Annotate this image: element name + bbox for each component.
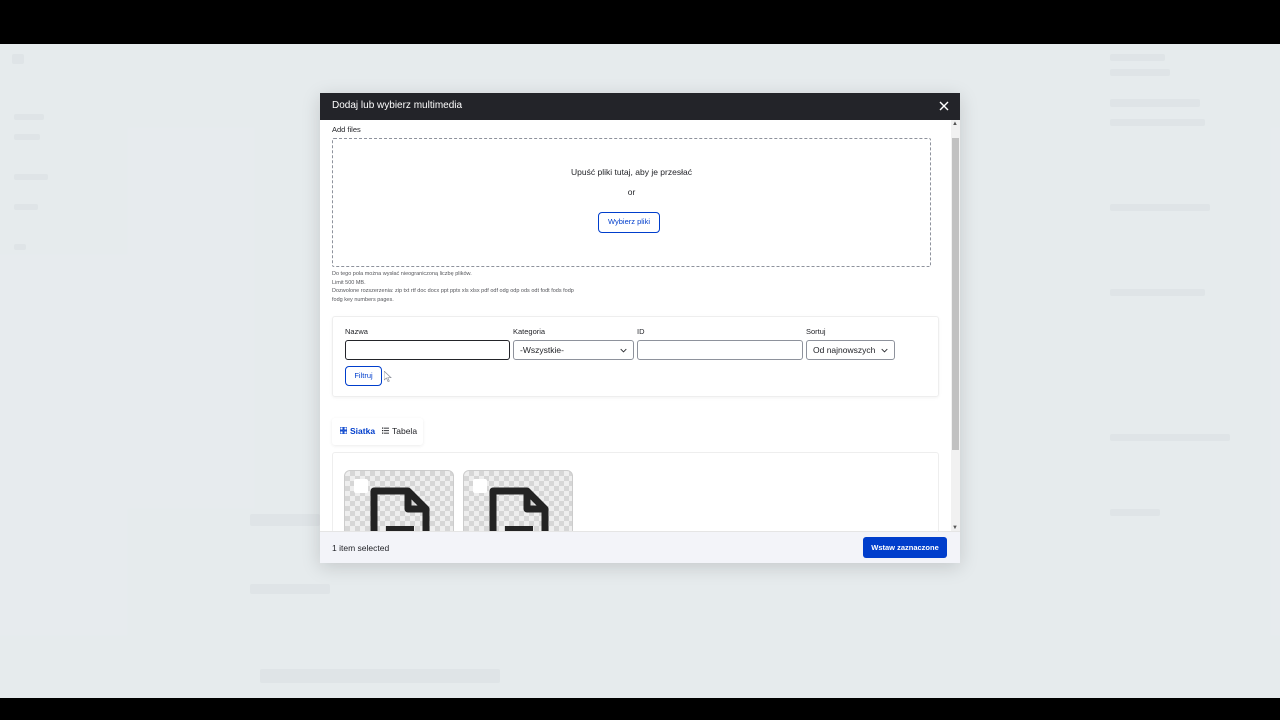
help-line: Do tego pola można wysłać nieograniczoną… [332,271,472,277]
dialog-footer: 1 item selected Wstaw zaznaczone [320,531,960,563]
sort-label: Sortuj [806,327,826,336]
dialog-titlebar: Dodaj lub wybierz multimedia [320,93,960,120]
upload-help-text: Do tego pola można wysłać nieograniczoną… [332,270,632,304]
help-line: Limit 500 MB. [332,279,366,286]
file-dropzone[interactable]: Upuść pliki tutaj, aby je przesłać or Wy… [332,138,931,267]
media-grid [332,452,939,531]
id-label: ID [637,327,645,336]
view-switcher: Siatka Tabela [332,418,423,445]
id-input[interactable] [637,340,803,360]
choose-files-button[interactable]: Wybierz pliki [598,212,660,233]
filter-panel: Nazwa Kategoria ID Sortuj -Wszystkie- Od… [332,316,939,397]
help-line: Dozwolone rozszerzenia: zip txt rtf doc … [332,288,574,294]
tab-grid-label: Siatka [350,426,376,436]
filter-button[interactable]: Filtruj [345,366,382,386]
mouse-cursor-icon [384,371,392,382]
name-label: Nazwa [345,327,368,336]
scroll-up-icon[interactable]: ▲ [952,121,958,127]
chevron-down-icon [881,348,888,353]
sort-value: Od najnowszych [813,345,876,355]
grid-icon [340,427,347,434]
sort-select[interactable]: Od najnowszych [806,340,895,360]
dialog-scrollbar[interactable]: ▲ ▼ [951,120,960,531]
media-dialog: Dodaj lub wybierz multimedia Add files U… [320,93,960,563]
name-input[interactable] [345,340,510,360]
document-icon [489,487,549,531]
selection-status: 1 item selected [332,543,390,553]
insert-selected-button[interactable]: Wstaw zaznaczone [863,537,947,558]
item-checkbox[interactable] [354,479,368,493]
category-select[interactable]: -Wszystkie- [513,340,634,360]
media-item[interactable] [463,470,573,531]
add-files-label: Add files [332,125,361,134]
tab-table-label: Tabela [392,426,418,436]
document-icon [370,487,430,531]
media-item[interactable] [344,470,454,531]
category-value: -Wszystkie- [520,345,564,355]
category-label: Kategoria [513,327,546,336]
close-icon[interactable] [936,98,952,114]
list-icon [382,427,389,434]
drop-text: Upuść pliki tutaj, aby je przesłać [571,167,692,177]
dialog-content: Add files Upuść pliki tutaj, aby je prze… [320,120,951,531]
chevron-down-icon [620,348,627,353]
item-checkbox[interactable] [473,479,487,493]
help-line: fodg key numbers pages. [332,296,394,303]
drop-or-text: or [627,187,636,197]
dialog-title: Dodaj lub wybierz multimedia [332,100,463,111]
scrollbar-thumb[interactable] [952,138,959,450]
